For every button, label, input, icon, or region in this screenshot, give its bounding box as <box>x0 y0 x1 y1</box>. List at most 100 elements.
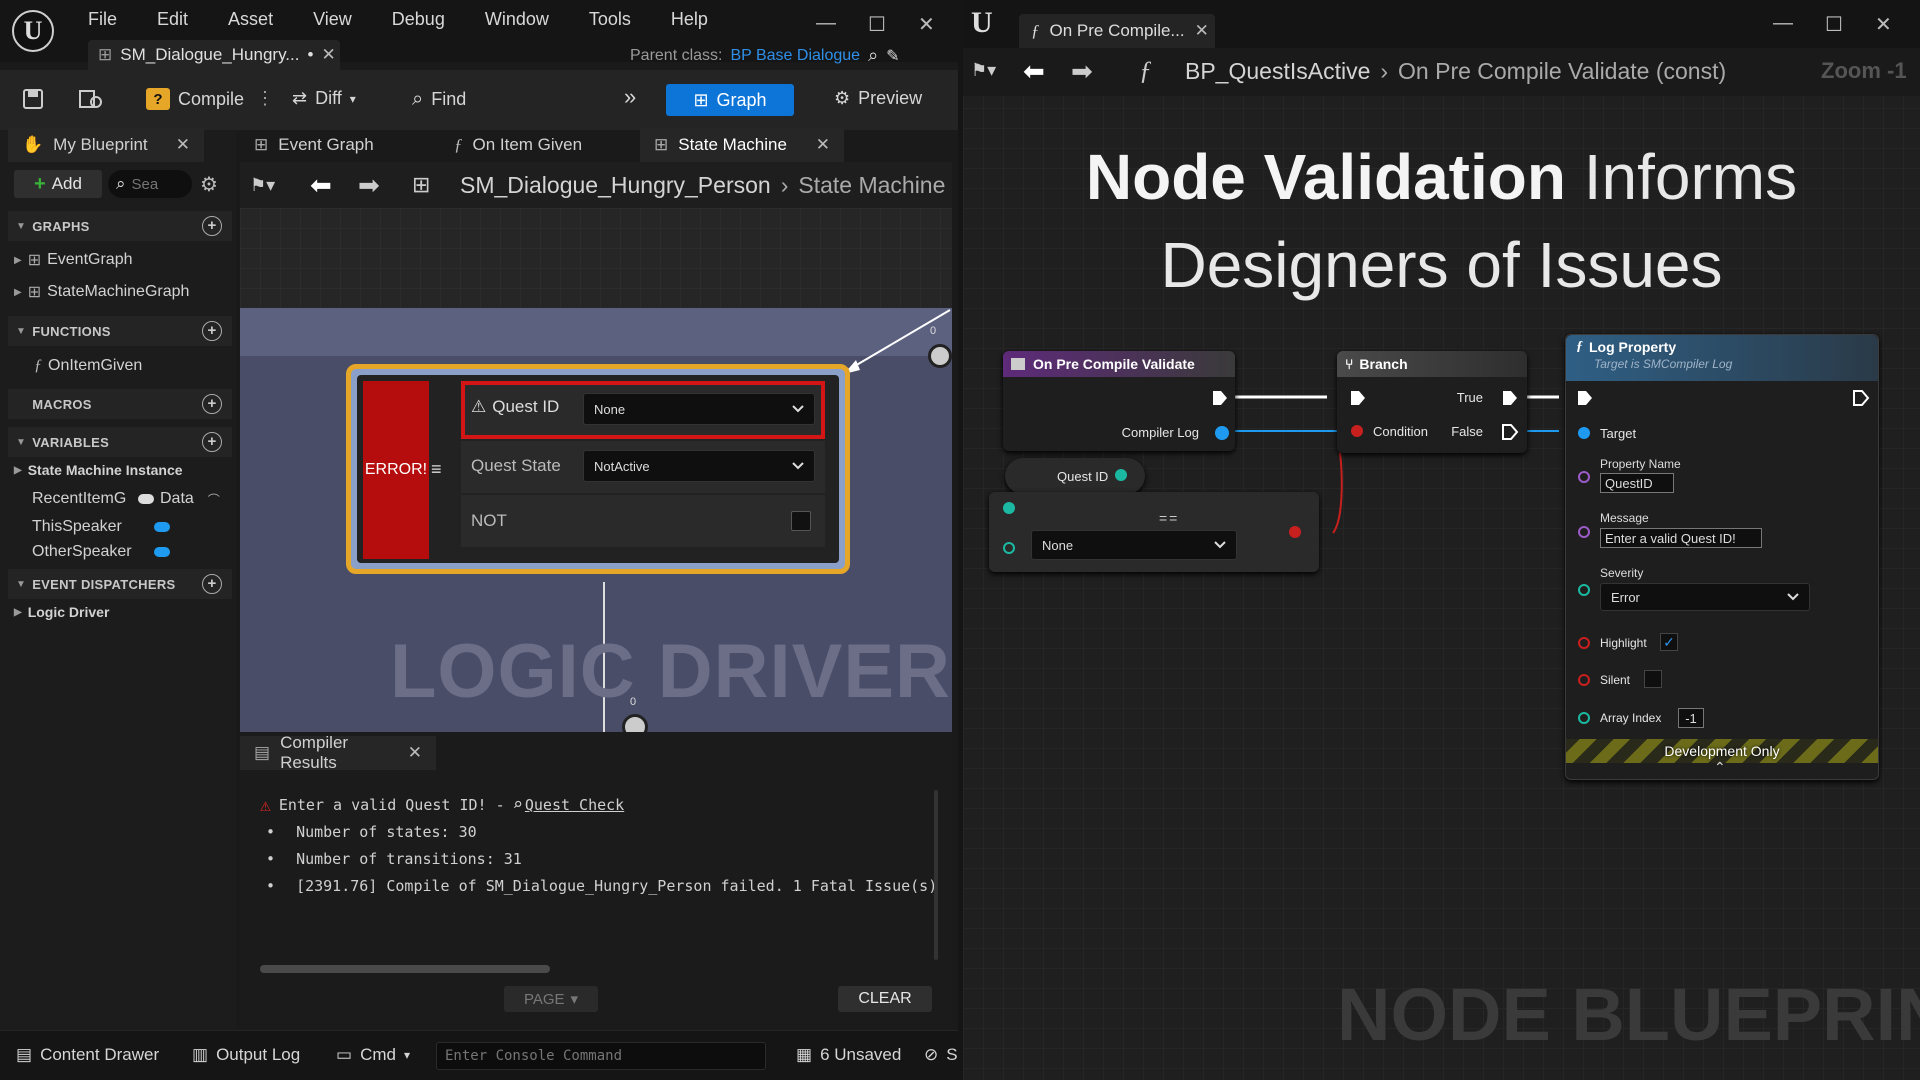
save-icon[interactable] <box>22 88 44 110</box>
document-tab[interactable]: ⊞ SM_Dialogue_Hungry... • ✕ <box>88 40 340 70</box>
section-event-dispatchers[interactable]: ▼ EVENT DISPATCHERS + <box>8 569 232 599</box>
compile-button[interactable]: ? Compile <box>146 88 244 110</box>
parent-class-link[interactable]: BP Base Dialogue <box>730 47 860 65</box>
close-tab-icon[interactable]: ✕ <box>816 135 830 155</box>
state-machine-graph-canvas[interactable]: 0 ERROR! ≡ ⚠ Quest ID None Quest State No… <box>240 208 952 732</box>
compare-node[interactable]: == None <box>989 492 1319 572</box>
property-name-input[interactable] <box>1600 473 1674 493</box>
quest-id-dropdown[interactable]: None <box>583 393 815 425</box>
close-tab-icon[interactable]: ✕ <box>321 45 335 65</box>
bookmark-icon[interactable]: ⚑▾ <box>250 175 275 196</box>
source-control-button[interactable]: ⊘ S <box>924 1045 958 1065</box>
page-button[interactable]: PAGE ▾ <box>504 986 598 1012</box>
exec-false-pin-icon[interactable] <box>1501 423 1519 441</box>
unsaved-button[interactable]: ▦ 6 Unsaved <box>796 1045 901 1065</box>
add-dispatcher-icon[interactable]: + <box>202 574 222 594</box>
array-index-pin-icon[interactable] <box>1578 712 1590 724</box>
section-graphs[interactable]: ▼ GRAPHS + <box>8 211 232 241</box>
exec-out-pin-icon[interactable] <box>1852 389 1870 407</box>
tab-state-machine[interactable]: ⊞ State Machine ✕ <box>640 128 844 162</box>
not-checkbox[interactable] <box>791 511 811 531</box>
variable-item-otherspeaker[interactable]: OtherSpeaker <box>32 543 170 561</box>
transition-node-icon[interactable] <box>928 344 952 368</box>
menu-debug[interactable]: Debug <box>392 9 445 30</box>
add-macro-icon[interactable]: + <box>202 394 222 414</box>
tab-on-item-given[interactable]: ƒ On Item Given <box>440 128 596 162</box>
dispatcher-group-logic-driver[interactable]: ▶ Logic Driver <box>14 604 109 620</box>
search-icon[interactable]: ⌕ <box>868 45 878 66</box>
menu-view[interactable]: View <box>313 9 352 30</box>
quest-state-dropdown[interactable]: NotActive <box>583 450 815 482</box>
function-item-onitemgiven[interactable]: ƒ OnItemGiven <box>34 357 142 375</box>
console-command-input[interactable] <box>436 1042 766 1070</box>
unreal-logo-icon[interactable]: U <box>12 10 54 52</box>
message-pin-icon[interactable] <box>1578 526 1590 538</box>
minimize-icon[interactable]: — <box>816 12 836 37</box>
variable-item-thisspeaker[interactable]: ThisSpeaker <box>32 518 170 536</box>
menu-file[interactable]: File <box>88 9 117 30</box>
clear-button[interactable]: CLEAR <box>838 986 932 1012</box>
content-drawer-button[interactable]: ▤ Content Drawer <box>16 1045 159 1065</box>
on-pre-compile-validate-node[interactable]: On Pre Compile Validate Compiler Log <box>1003 351 1235 451</box>
graph-item-eventgraph[interactable]: ▶ ⊞ EventGraph <box>14 250 133 270</box>
state-node[interactable]: ERROR! ≡ ⚠ Quest ID None Quest State NotA… <box>346 364 850 574</box>
browse-icon[interactable] <box>78 88 104 110</box>
back-arrow-icon[interactable]: ⬅ <box>310 170 332 201</box>
highlight-pin-icon[interactable] <box>1578 637 1590 649</box>
log-property-node[interactable]: ƒ Log Property Target is SMCompiler Log T… <box>1565 334 1879 780</box>
tab-event-graph[interactable]: ⊞ Event Graph <box>240 128 388 162</box>
maximize-icon[interactable]: ☐ <box>868 12 886 37</box>
output-log-button[interactable]: ▥ Output Log <box>192 1045 300 1065</box>
variable-group-state-machine-instance[interactable]: ▶ State Machine Instance <box>14 462 183 478</box>
message-input[interactable] <box>1600 528 1762 548</box>
array-index-input[interactable] <box>1678 708 1704 728</box>
breadcrumb-item[interactable]: SM_Dialogue_Hungry_Person <box>460 172 771 199</box>
exec-true-pin-icon[interactable] <box>1501 389 1519 407</box>
quest-id-output-pin-icon[interactable] <box>1115 469 1127 481</box>
property-name-pin-icon[interactable] <box>1578 471 1590 483</box>
add-function-icon[interactable]: + <box>202 321 222 341</box>
menu-help[interactable]: Help <box>671 9 708 30</box>
close-tab-icon[interactable]: ✕ <box>176 135 190 155</box>
highlight-checkbox[interactable]: ✓ <box>1660 633 1678 651</box>
tab-my-blueprint[interactable]: ✋ My Blueprint ✕ <box>8 128 204 162</box>
search-input[interactable] <box>131 175 172 193</box>
close-icon[interactable]: ✕ <box>918 12 935 37</box>
target-pin-icon[interactable] <box>1578 427 1590 439</box>
forward-arrow-icon[interactable]: ➡ <box>358 170 380 201</box>
cmd-button[interactable]: ▭ Cmd ▾ <box>336 1045 410 1065</box>
severity-dropdown[interactable]: Error <box>1600 583 1810 611</box>
find-button[interactable]: ⌕ Find <box>412 88 466 111</box>
tab-compiler-results[interactable]: ▤ Compiler Results ✕ <box>240 733 436 772</box>
state-options-icon[interactable]: ≡ <box>431 459 442 480</box>
silent-checkbox[interactable] <box>1644 670 1662 688</box>
breadcrumb-item[interactable]: State Machine <box>798 172 945 199</box>
compare-input-pin-icon[interactable] <box>1003 542 1015 554</box>
menu-tools[interactable]: Tools <box>589 9 631 30</box>
compiler-log-pin-icon[interactable] <box>1215 426 1229 440</box>
section-variables[interactable]: ▼ VARIABLES + <box>8 427 232 457</box>
add-graph-icon[interactable]: + <box>202 216 222 236</box>
menu-window[interactable]: Window <box>485 9 549 30</box>
section-macros[interactable]: ▼MACROS+ <box>8 389 232 419</box>
compare-output-pin-icon[interactable] <box>1289 526 1301 538</box>
compare-input-pin-icon[interactable] <box>1003 502 1015 514</box>
variable-item-recentitem[interactable]: RecentItemG Data ⌒ <box>32 490 220 508</box>
settings-gear-icon[interactable]: ⚙ <box>200 172 218 197</box>
vertical-scrollbar[interactable] <box>934 790 938 960</box>
close-tab-icon[interactable]: ✕ <box>408 743 422 763</box>
quest-check-link[interactable]: Quest Check <box>525 792 624 819</box>
condition-pin-icon[interactable] <box>1351 425 1363 437</box>
diff-button[interactable]: ⇄ Diff ▾ <box>292 88 356 109</box>
overflow-chevrons-icon[interactable]: » <box>624 84 636 110</box>
edit-pencil-icon[interactable]: ✎ <box>886 46 899 66</box>
horizontal-scrollbar[interactable] <box>260 965 550 973</box>
graph-item-statemachinegraph[interactable]: ▶ ⊞ StateMachineGraph <box>14 282 189 302</box>
menu-edit[interactable]: Edit <box>157 9 188 30</box>
silent-pin-icon[interactable] <box>1578 674 1590 686</box>
quest-id-getter-node[interactable]: Quest ID <box>1005 458 1145 494</box>
search-field[interactable]: ⌕ <box>108 170 192 198</box>
collapse-chevron-icon[interactable]: ⌃ <box>1714 759 1726 776</box>
exec-in-pin-icon[interactable] <box>1349 389 1367 407</box>
severity-pin-icon[interactable] <box>1578 584 1590 596</box>
